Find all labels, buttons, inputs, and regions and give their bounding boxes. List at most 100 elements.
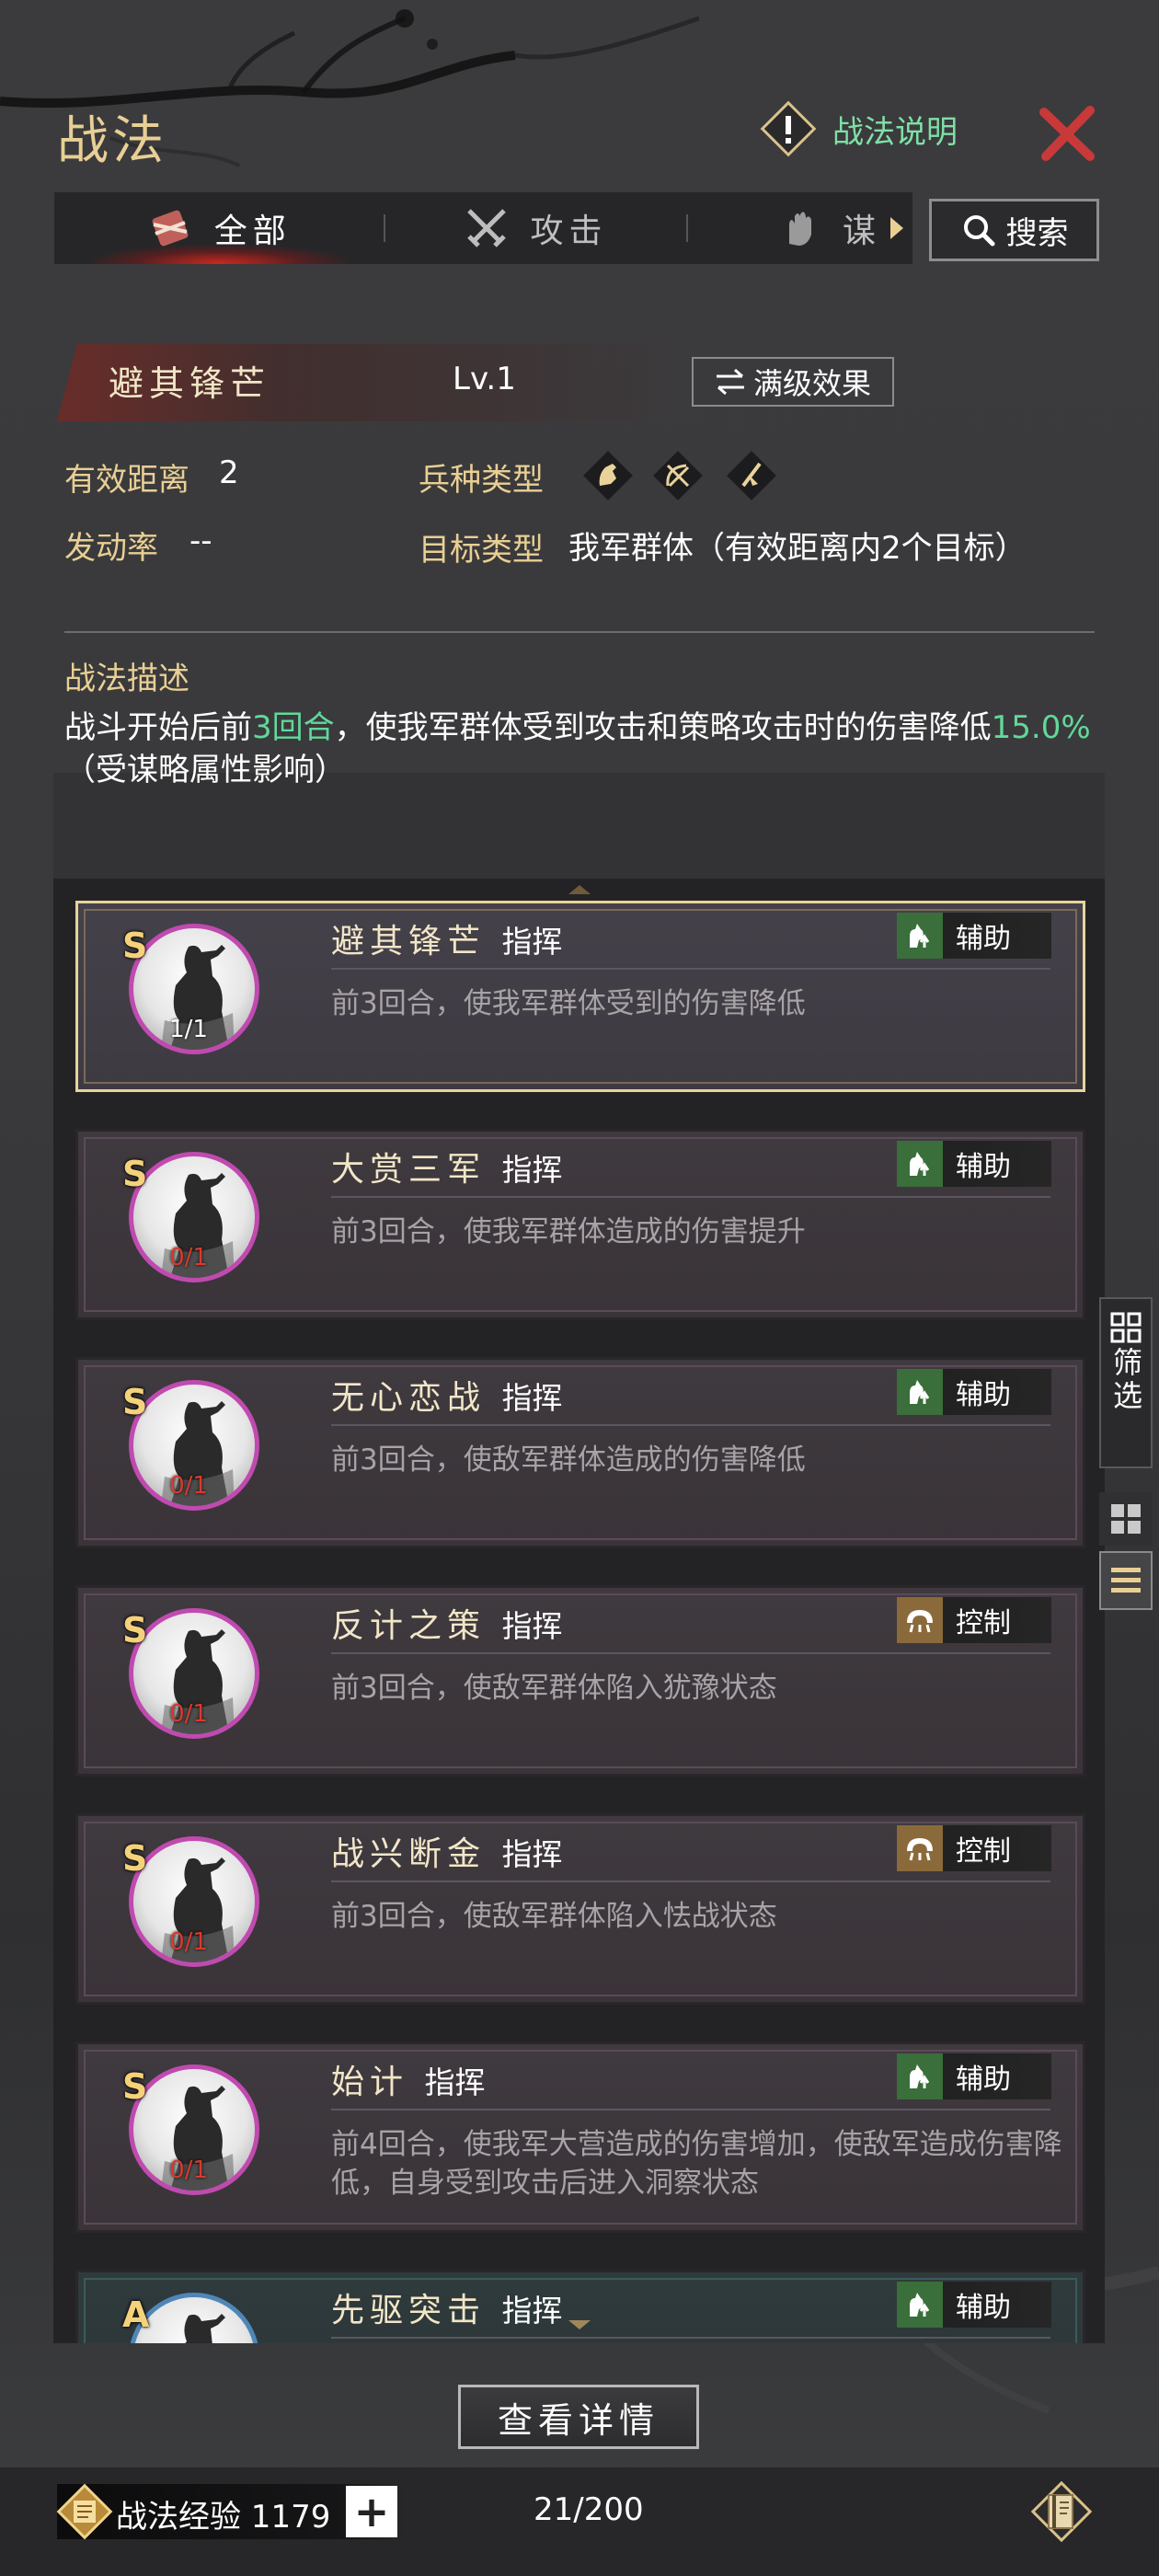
target-type-label: 目标类型 [419,532,544,569]
rank-badge: S [122,1838,148,1879]
scroll-up-indicator-icon [568,885,591,894]
help-button[interactable]: 战法说明 [759,99,958,158]
search-icon [963,215,994,247]
skill-type-badge: 控制 [897,1825,1051,1871]
skill-type-label: 辅助 [956,2064,1011,2096]
help-label: 战法说明 [832,113,958,151]
owned-count: 0/1 [169,1700,208,1728]
skill-card-kind: 指挥 [501,1608,563,1644]
bundle-icon [152,210,189,247]
card-divider [331,2337,1050,2339]
skill-card-description: 前3回合，使我军群体受到的伤害降低 [331,987,806,1020]
close-icon[interactable] [1035,101,1099,166]
tab-strategy[interactable]: 谋 [688,192,912,264]
skill-card-kind: 指挥 [501,1152,563,1188]
skill-card-title: 大赏三军 [331,1151,487,1189]
skill-card-description: 前3回合，使敌军群体陷入怯战状态 [331,1900,777,1933]
grid-view-button[interactable] [1099,1492,1153,1546]
rank-badge: S [122,1382,148,1422]
assist-icon [897,1369,943,1415]
card-divider [331,1880,1050,1882]
exp-label: 战法经验 1179 [116,2499,331,2536]
description-title: 战法描述 [64,661,189,697]
codex-book-icon[interactable] [1025,2475,1098,2548]
tab-attack[interactable]: 攻击 [385,192,687,264]
skill-type-badge: 辅助 [897,2053,1051,2099]
owned-count: 0/1 [169,2156,208,2184]
skill-card-name: 先驱突击 指挥 [331,2283,562,2331]
add-exp-button[interactable]: + [346,2486,397,2537]
troop-type-label: 兵种类型 [419,462,544,499]
skill-type-badge: 辅助 [897,2282,1051,2328]
search-button[interactable]: 搜索 [929,199,1099,261]
crossed-swords-icon [467,209,507,247]
view-details-button[interactable]: 查看详情 [458,2385,699,2449]
search-label: 搜索 [1005,214,1069,252]
list-view-button[interactable] [1099,1551,1153,1610]
tab-all[interactable]: 全部 [54,192,384,264]
filter-label: 筛选 [1108,1347,1143,1413]
skill-card-kind: 指挥 [501,1836,563,1872]
filter-button[interactable]: 筛选 [1099,1297,1153,1468]
card-divider [331,1424,1050,1426]
skill-card-title: 无心恋战 [331,1379,487,1417]
target-type-value: 我军群体（有效距离内2个目标） [568,530,1027,567]
rank-badge: S [122,1610,148,1650]
desc-text: （受谋略属性影响） [64,752,346,788]
skill-type-label: 辅助 [956,2292,1011,2324]
grid-view-icon [1111,1504,1141,1534]
warning-icon [759,99,818,158]
skill-type-badge: 辅助 [897,1141,1051,1187]
grid-filter-icon [1110,1312,1142,1343]
tab-label: 谋 [842,213,881,250]
card-divider [331,1196,1050,1198]
divider [64,631,1095,633]
skill-card-name: 无心恋战 指挥 [331,1371,562,1419]
skill-card-title: 反计之策 [331,1607,487,1645]
skill-card-name: 始计 指挥 [331,2055,485,2103]
desc-highlight-percent: 15.0% [991,709,1091,746]
skill-card[interactable]: S 1/1 避其锋芒 指挥 辅助 前3回合，使我军群体受到的伤害降低 [75,901,1085,1092]
skill-type-label: 控制 [956,1835,1011,1868]
card-divider [331,1652,1050,1654]
skill-list[interactable]: S 1/1 避其锋芒 指挥 辅助 前3回合，使我军群体受到的伤害降低 S 0/1 大赏三军 指… [53,879,1105,2343]
assist-icon [897,2053,943,2099]
skill-card-kind: 指挥 [424,2064,486,2100]
tab-scroll-arrow-icon[interactable] [889,217,903,239]
skill-card[interactable]: S 0/1 反计之策 指挥 控制 前3回合，使敌军群体陷入犹豫状态 [75,1585,1085,1777]
card-divider [331,2109,1050,2110]
tab-label: 全部 [213,213,292,250]
skill-card[interactable]: S 0/1 无心恋战 指挥 辅助 前3回合，使敌军群体造成的伤害降低 [75,1357,1085,1548]
owned-count: 1/1 [169,1016,208,1043]
skill-card-description: 前4回合，使我军大营造成的伤害增加，使敌军造成伤害降低，自身受到攻击后进入洞察状… [331,2128,1062,2200]
max-level-effect-button[interactable]: 满级效果 [692,357,894,407]
skill-card[interactable]: S 0/1 战兴断金 指挥 控制前3回合，使敌军群体陷入怯战状态 [75,1813,1085,2005]
cavalry-icon [583,451,633,500]
activation-rate-label: 发动率 [64,530,158,567]
skill-description: 战斗开始后前3回合，使我军群体受到攻击和策略攻击时的伤害降低15.0% （受谋略属… [64,707,1104,791]
skill-card-kind: 指挥 [501,2293,563,2329]
scroll-down-indicator-icon [568,2320,591,2329]
skill-card[interactable]: A0/1先驱突击 指挥辅助前3回合，自身优先行动并进入连击状态 [75,2270,1085,2343]
card-divider [331,968,1050,970]
owned-count: 0/1 [169,1472,208,1500]
skill-card-name: 战兴断金 指挥 [331,1827,562,1875]
skill-card-title: 避其锋芒 [331,923,487,960]
skill-card-kind: 指挥 [501,1380,563,1416]
skill-type-label: 辅助 [956,1379,1011,1411]
category-tabs: 全部 攻击 谋 [53,191,913,265]
rank-badge: S [122,2066,148,2107]
desc-highlight-rounds: 3回合 [252,709,335,746]
page-title: 战法 [57,111,167,171]
range-value: 2 [219,454,239,491]
assist-icon [897,1141,943,1187]
skill-card-name: 避其锋芒 指挥 [331,914,562,962]
owned-count: 0/1 [169,1928,208,1956]
range-label: 有效距离 [64,462,189,499]
skill-card-description: 前3回合，使敌军群体陷入犹豫状态 [331,1672,777,1705]
skill-card[interactable]: S 0/1 大赏三军 指挥 辅助 前3回合，使我军群体造成的伤害提升 [75,1129,1085,1320]
rank-badge: S [122,926,148,966]
skill-card-title: 先驱突击 [331,2292,487,2329]
tab-label: 攻击 [530,213,608,250]
skill-card[interactable]: S 0/1 始计 指挥 辅助前4回合，使我军大营造成的伤害增加，使敌军造成伤害降低，自… [75,2041,1085,2233]
